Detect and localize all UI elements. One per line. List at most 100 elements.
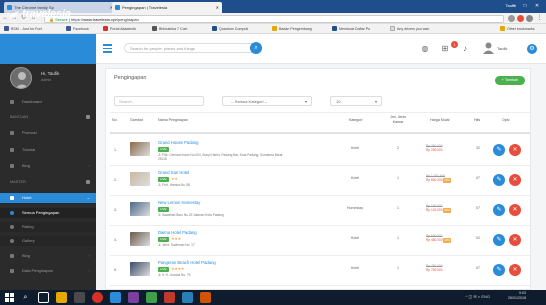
url-domain: www.travelesia.xyz — [83, 17, 117, 22]
sidebar-item-blog-master[interactable]: Blog › — [0, 251, 96, 261]
browser-tab-2[interactable]: Pengingapan | Travelesia ✕ — [112, 2, 222, 13]
cart-icon[interactable]: ⊞ — [440, 44, 450, 54]
edit-icon[interactable]: ✎ — [493, 264, 505, 276]
bookmark-star-icon[interactable] — [508, 15, 515, 22]
bell-icon[interactable]: ♪ — [460, 44, 470, 54]
minimize-icon[interactable]: – — [510, 2, 518, 10]
col-kategori: Kategori — [349, 118, 363, 122]
globe-icon[interactable]: ◍ — [420, 44, 430, 54]
delete-icon[interactable]: ✕ — [509, 204, 521, 216]
tab-close-icon[interactable]: ✕ — [216, 5, 219, 10]
harga-mulai: Rp 250.000 Rp 200.000 — [426, 144, 442, 153]
gear-icon[interactable]: ⚙ — [527, 44, 537, 54]
bullet-icon — [10, 239, 14, 243]
kategori-value: Hotel — [350, 176, 360, 180]
app-icon[interactable] — [164, 292, 175, 303]
bookmark-item[interactable]: Portal Akademik — [103, 26, 136, 32]
app-icon[interactable] — [146, 292, 157, 303]
delete-icon[interactable]: ✕ — [509, 144, 521, 156]
col-harga: Harga Mulai — [430, 118, 450, 122]
hotel-thumbnail[interactable] — [130, 232, 150, 246]
star-rating: ★★ — [171, 176, 178, 181]
hotel-name-link[interactable]: Daima Hotel Padang — [158, 230, 197, 235]
hotel-thumbnail[interactable] — [130, 262, 150, 276]
language-indicator[interactable]: ENG — [481, 294, 490, 299]
status-badge: LIVE — [158, 237, 169, 242]
harga-mulai: Rp 1.000.000 Rp 800.000 20% — [426, 174, 451, 183]
sidebar-item-hotel[interactable]: Hotel ⌄ — [0, 193, 96, 203]
app-icon[interactable] — [200, 292, 211, 303]
hotel-name-link[interactable]: Grand House Padang — [158, 140, 199, 145]
other-bookmarks[interactable]: Other bookmarks — [500, 26, 535, 32]
edit-icon[interactable]: ✎ — [493, 174, 505, 186]
bookmark-item[interactable]: Quantum Computi — [212, 26, 248, 32]
header-user-name[interactable]: Taufik — [497, 46, 507, 51]
edit-icon[interactable]: ✎ — [493, 144, 505, 156]
search-icon[interactable]: ⌕ — [250, 42, 262, 54]
hotel-name-link[interactable]: Pangeran Beach Hotel Padang — [158, 260, 216, 265]
maximize-icon[interactable]: □ — [521, 2, 529, 10]
search-icon[interactable]: ⌕ — [20, 292, 31, 303]
sidebar-item-tutorial[interactable]: Tutorial — [0, 145, 96, 155]
sidebar-item-dashboard[interactable]: Dashboard — [0, 97, 96, 107]
kategori-select[interactable]: -- Semua Kategori -- ▾ — [222, 96, 312, 106]
hotel-icon — [10, 196, 14, 200]
sidebar-item-blog[interactable]: Blog › — [0, 161, 96, 171]
app-icon[interactable] — [182, 292, 193, 303]
bookmark-label: Bhimateka 7 Coin — [159, 27, 188, 31]
sidebar-item-gallery[interactable]: Gallery — [0, 236, 96, 246]
bookmark-item[interactable]: Any drivers you wan — [390, 26, 429, 32]
row-number: 2. — [114, 178, 117, 182]
windows-start-icon[interactable] — [4, 292, 15, 303]
file-explorer-icon[interactable] — [56, 292, 67, 303]
app-icon[interactable] — [110, 292, 121, 303]
delete-icon[interactable]: ✕ — [509, 174, 521, 186]
discount-badge: 20% — [443, 178, 451, 183]
extension-icon[interactable] — [517, 15, 524, 22]
extension-icon[interactable] — [526, 15, 533, 22]
hotel-thumbnail[interactable] — [130, 172, 150, 186]
filter-search-input[interactable]: Search... — [114, 96, 204, 106]
menu-icon[interactable]: ⋮ — [536, 15, 543, 22]
hotel-thumbnail[interactable] — [130, 202, 150, 216]
task-view-icon[interactable] — [38, 292, 49, 303]
chrome-icon[interactable] — [92, 292, 103, 303]
app-icon[interactable] — [128, 292, 139, 303]
hamburger-menu-icon[interactable] — [103, 44, 112, 53]
col-opsi: Opsi — [502, 118, 510, 122]
sidebar-item-data-penginapan[interactable]: Data Penginapan › — [0, 266, 96, 276]
delete-icon[interactable]: ✕ — [509, 264, 521, 276]
sidebar-item-rating[interactable]: Rating — [0, 222, 96, 232]
brand-area[interactable] — [0, 34, 96, 64]
bookmark-label: Quantum Computi — [219, 27, 249, 31]
bookmark-item[interactable]: Facebook — [66, 26, 89, 32]
edit-icon[interactable]: ✎ — [493, 204, 505, 216]
bookmark-item[interactable]: Badan Pengembang — [272, 26, 312, 32]
jml-kamar-value: 1 — [397, 236, 399, 240]
page-title: Pengingapan — [114, 75, 147, 81]
store-icon[interactable] — [74, 292, 85, 303]
bookmark-item[interactable]: BSKI - Just for Fun! — [4, 26, 42, 32]
hotel-thumbnail[interactable] — [130, 142, 150, 156]
hotel-name-link[interactable]: New Lemon Homestay — [158, 200, 200, 205]
edit-icon[interactable]: ✎ — [493, 234, 505, 246]
url-input[interactable]: 🔒 Secure | https://www.travelesia.xyz/pe… — [44, 15, 504, 23]
clock[interactable]: 9:03 26/01/2018 — [508, 291, 526, 301]
bookmark-item[interactable]: Membuat Daftar Pu — [332, 26, 370, 32]
limit-value: 10 — [336, 99, 341, 104]
limit-select[interactable]: 10 ▾ — [330, 96, 382, 106]
add-penginapan-button[interactable]: + Tambah — [495, 76, 525, 85]
bookmark-item[interactable]: Bhimateka 7 Coin — [152, 26, 187, 32]
hotel-name-link[interactable]: Grand Sari Hotel — [158, 170, 189, 175]
user-avatar-icon[interactable] — [483, 42, 494, 54]
jml-kamar-value: 2 — [397, 146, 399, 150]
profile-avatar[interactable] — [10, 67, 32, 89]
col-jml-kamar: Jml. Jenis Kamar — [390, 115, 406, 124]
system-tray[interactable]: ^ ◫ ✉ ◖ ENG — [465, 294, 490, 299]
sidebar-item-semua-penginapan[interactable]: Semua Pengingapan — [0, 208, 96, 218]
delete-icon[interactable]: ✕ — [509, 234, 521, 246]
sidebar-item-promosi[interactable]: Promosi — [0, 128, 96, 138]
hotel-address: Jl. Sawahan Baru No.29 Jalanan Kota Pada… — [158, 213, 224, 217]
app-search-input[interactable]: Search for people, places and things — [124, 43, 259, 53]
close-window-icon[interactable]: ✕ — [533, 2, 541, 10]
